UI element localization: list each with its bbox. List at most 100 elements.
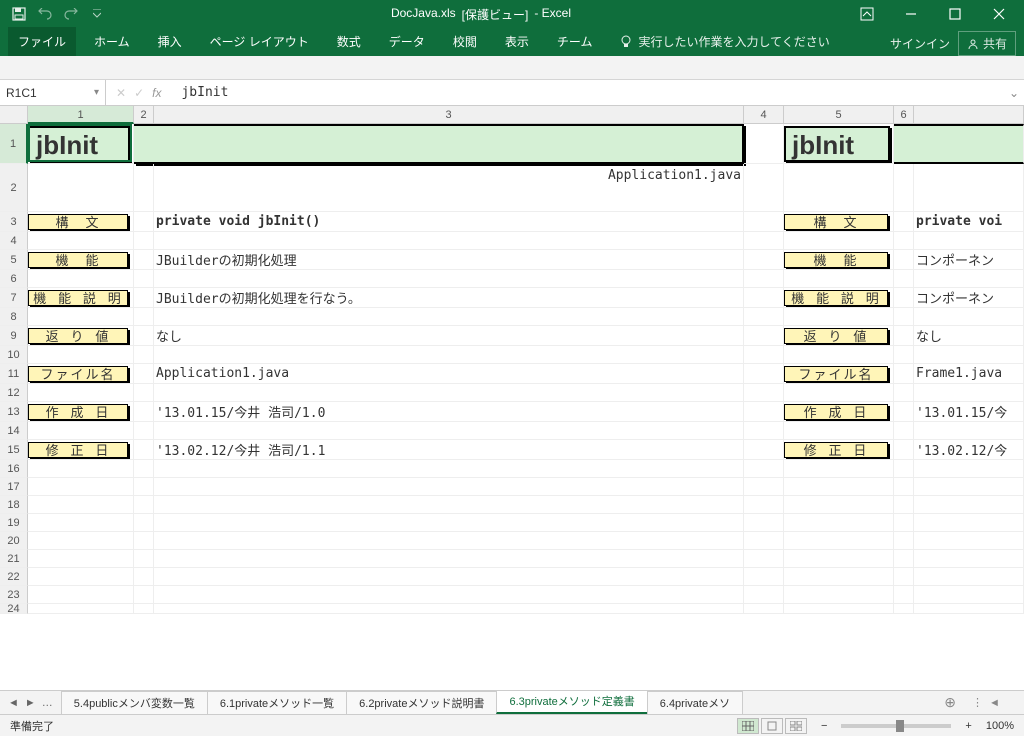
zoom-level[interactable]: 100% <box>986 720 1014 732</box>
cell[interactable] <box>744 270 784 288</box>
row-header[interactable]: 8 <box>0 308 28 326</box>
col-header[interactable]: 2 <box>134 106 154 124</box>
field-value[interactable]: '13.02.12/今井 浩司/1.1 <box>154 440 744 460</box>
cell[interactable] <box>134 364 154 384</box>
cell[interactable] <box>134 532 154 550</box>
cell[interactable] <box>894 270 914 288</box>
cell[interactable] <box>894 440 914 460</box>
cell[interactable] <box>134 478 154 496</box>
cell[interactable]: 機 能 説 明 <box>784 288 894 308</box>
cell[interactable] <box>914 346 1024 364</box>
cell[interactable] <box>28 232 134 250</box>
cell[interactable] <box>784 568 894 586</box>
cell[interactable] <box>744 460 784 478</box>
split-handle-icon[interactable]: ⋮ <box>972 696 983 709</box>
enter-formula-icon[interactable]: ✓ <box>134 86 144 100</box>
cell[interactable] <box>154 550 744 568</box>
ribbon-options-button[interactable] <box>846 1 888 27</box>
cell[interactable]: 構 文 <box>784 212 894 232</box>
cell[interactable] <box>744 422 784 440</box>
field-value[interactable]: コンポーネン <box>914 288 1024 308</box>
cell[interactable] <box>744 124 784 164</box>
cell[interactable] <box>154 460 744 478</box>
cell[interactable] <box>134 326 154 346</box>
sheet-tab[interactable]: 6.1privateメソッド一覧 <box>207 691 347 714</box>
cell[interactable] <box>744 326 784 346</box>
insert-function-icon[interactable]: fx <box>152 86 161 100</box>
col-header[interactable]: 6 <box>894 106 914 124</box>
field-value[interactable]: JBuilderの初期化処理を行なう。 <box>154 288 744 308</box>
row-header[interactable]: 12 <box>0 384 28 402</box>
cell[interactable] <box>134 496 154 514</box>
hscroll-controls[interactable]: ⋮ ◄ <box>964 696 1024 709</box>
tell-me-box[interactable]: 実行したい作業を入力してください <box>610 27 839 56</box>
cell[interactable] <box>154 478 744 496</box>
cell[interactable] <box>134 422 154 440</box>
cell[interactable] <box>744 440 784 460</box>
col-header[interactable]: 5 <box>784 106 894 124</box>
tab-team[interactable]: チーム <box>547 27 603 56</box>
page-break-view-button[interactable] <box>785 718 807 734</box>
cell[interactable] <box>894 232 914 250</box>
cell[interactable] <box>134 550 154 568</box>
cell[interactable] <box>784 478 894 496</box>
cell[interactable] <box>154 586 744 604</box>
cell[interactable] <box>784 496 894 514</box>
cell[interactable] <box>744 232 784 250</box>
select-all-button[interactable] <box>0 106 28 124</box>
cell[interactable] <box>894 326 914 346</box>
row-header[interactable]: 9 <box>0 326 28 346</box>
row-header[interactable]: 19 <box>0 514 28 532</box>
row-header[interactable]: 1 <box>0 124 28 164</box>
cell[interactable] <box>784 308 894 326</box>
cell[interactable] <box>744 308 784 326</box>
cell[interactable]: 作 成 日 <box>784 402 894 422</box>
cell[interactable] <box>28 532 134 550</box>
cell[interactable] <box>744 568 784 586</box>
field-value[interactable]: private voi <box>914 212 1024 232</box>
row-header[interactable]: 11 <box>0 364 28 384</box>
tab-nav-next-icon[interactable]: ► <box>25 697 36 709</box>
qat-customize-icon[interactable] <box>86 3 108 25</box>
source-file-cell[interactable]: Application1.java <box>154 164 744 212</box>
field-value[interactable]: Frame1.java <box>914 364 1024 384</box>
tab-view[interactable]: 表示 <box>495 27 539 56</box>
row-header[interactable]: 22 <box>0 568 28 586</box>
cell[interactable] <box>894 514 914 532</box>
cell[interactable] <box>134 212 154 232</box>
cell[interactable] <box>744 212 784 232</box>
cell[interactable] <box>914 232 1024 250</box>
cell[interactable] <box>134 346 154 364</box>
field-value[interactable]: '13.02.12/今 <box>914 440 1024 460</box>
chevron-down-icon[interactable]: ▾ <box>94 87 99 98</box>
cell[interactable] <box>914 586 1024 604</box>
normal-view-button[interactable] <box>737 718 759 734</box>
cell[interactable] <box>28 270 134 288</box>
cell[interactable] <box>744 550 784 568</box>
formula-input[interactable]: jbInit <box>171 85 1004 100</box>
cell[interactable] <box>894 364 914 384</box>
zoom-thumb[interactable] <box>896 720 904 732</box>
cell[interactable] <box>154 496 744 514</box>
zoom-in-button[interactable]: + <box>965 720 971 732</box>
signin-link[interactable]: サインイン <box>890 35 950 52</box>
row-header[interactable]: 13 <box>0 402 28 422</box>
row-header[interactable]: 2 <box>0 164 28 212</box>
cell[interactable]: 作 成 日 <box>28 402 134 422</box>
cell[interactable] <box>914 496 1024 514</box>
maximize-button[interactable] <box>934 1 976 27</box>
cell[interactable] <box>134 568 154 586</box>
row-header[interactable]: 7 <box>0 288 28 308</box>
cell[interactable] <box>784 604 894 614</box>
cell[interactable]: 返 り 値 <box>28 326 134 346</box>
cell[interactable] <box>914 384 1024 402</box>
cell[interactable] <box>134 514 154 532</box>
cell[interactable] <box>894 586 914 604</box>
cell[interactable] <box>134 164 154 212</box>
cell[interactable] <box>28 496 134 514</box>
row-header[interactable]: 15 <box>0 440 28 460</box>
row-header[interactable]: 3 <box>0 212 28 232</box>
row-headers[interactable]: 123456789101112131415161718192021222324 <box>0 124 28 614</box>
undo-button[interactable] <box>34 3 56 25</box>
cell[interactable] <box>894 212 914 232</box>
